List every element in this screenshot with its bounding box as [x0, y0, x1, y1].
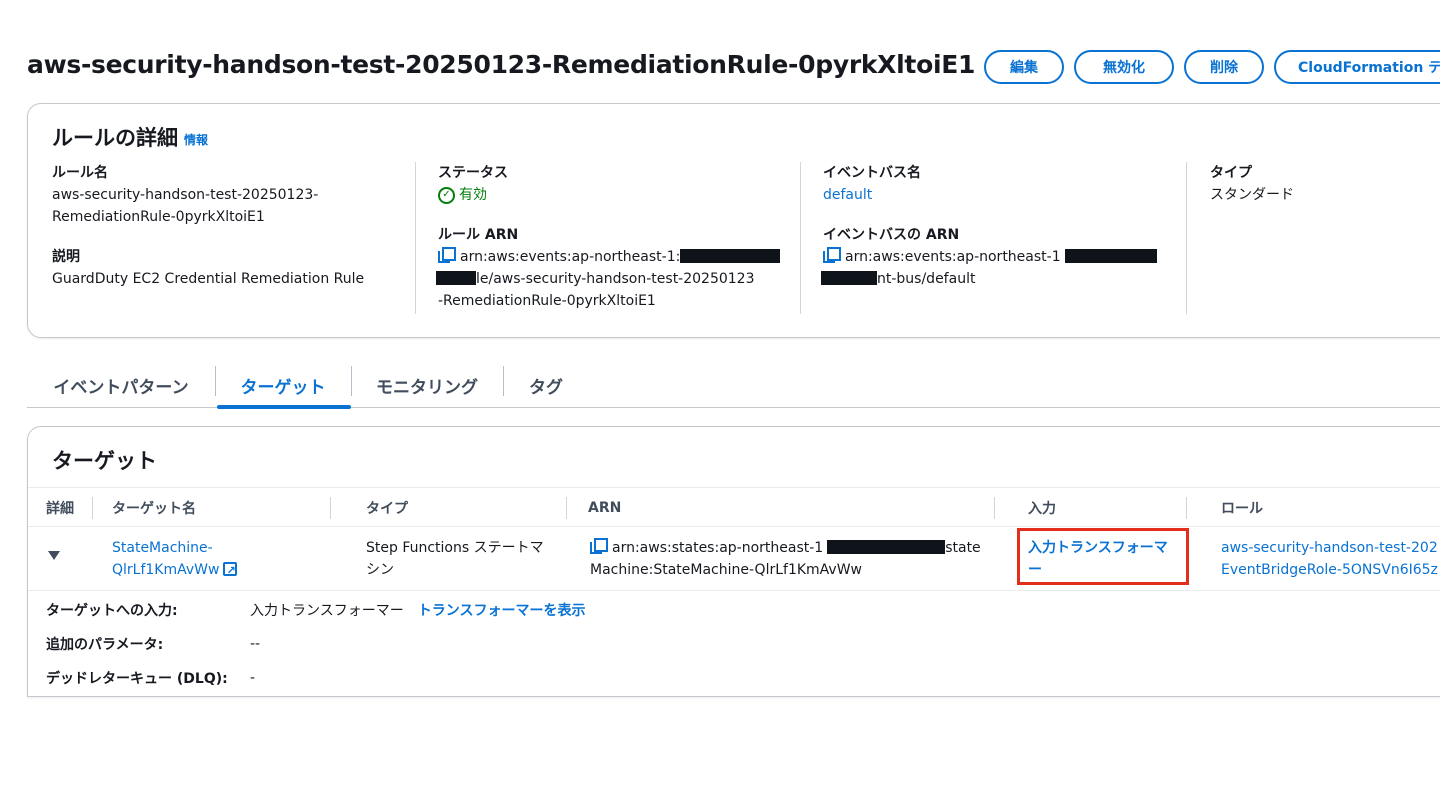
tab-monitoring[interactable]: モニタリング [351, 362, 503, 408]
event-bus-arn-label: イベントバスの ARN [823, 227, 960, 243]
page-title: aws-security-handson-test-20250123-Remed… [27, 50, 976, 79]
arn-cell-text-1: arn:aws:states:ap-northeast-1 [612, 540, 824, 556]
column-divider [800, 162, 801, 314]
column-divider [994, 497, 995, 519]
type-label: タイプ [1210, 165, 1252, 181]
view-transformer-link[interactable]: トランスフォーマーを表示 [418, 603, 586, 619]
target-name-link-1[interactable]: StateMachine- [112, 537, 237, 559]
rule-tabs: イベントパターン ターゲット モニタリング タグ [27, 362, 1440, 409]
event-bus-arn-text-2: nt-bus/default [877, 271, 976, 287]
rule-name-label: ルール名 [52, 165, 108, 181]
column-header-details: 詳細 [46, 501, 74, 517]
role-link-2[interactable]: EventBridgeRole-5ONSVn6I65z [1221, 559, 1438, 581]
column-divider [415, 162, 416, 314]
event-bus-arn-line-2: nt-bus/default [821, 268, 1183, 290]
event-bus-arn-line-1: arn:aws:events:ap-northeast-1 [823, 246, 1183, 268]
column-header-type[interactable]: タイプ [366, 488, 408, 528]
status-column: ステータス ✓ 有効 ルール ARN arn:aws:events:ap-nor… [436, 162, 798, 312]
target-input-value-group: 入力トランスフォーマー トランスフォーマーを表示 [250, 600, 585, 620]
redacted-block [827, 540, 946, 554]
rule-details-heading: ルールの詳細 [52, 126, 178, 150]
rule-name-value-1: aws-security-handson-test-20250123- [52, 187, 319, 203]
column-header-target-name[interactable]: ターゲット名 [112, 488, 196, 528]
arn-cell: arn:aws:states:ap-northeast-1 state Machi… [590, 537, 981, 581]
additional-params-label: 追加のパラメータ: [46, 637, 164, 653]
caret-down-icon[interactable] [48, 551, 60, 560]
column-header-arn[interactable]: ARN [588, 488, 621, 528]
type-cell-text-2: シン [366, 562, 394, 578]
role-cell: aws-security-handson-test-202 EventBridg… [1221, 537, 1438, 581]
column-divider [92, 497, 93, 519]
targets-panel: ターゲット 詳細 ターゲット名 タイプ ARN 入力 ロール StateMach… [27, 426, 1440, 697]
event-bus-name-link[interactable]: default [823, 187, 872, 203]
redacted-block [436, 271, 476, 285]
rule-details-title: ルールの詳細 情報 [52, 122, 208, 152]
highlight-annotation [1017, 528, 1189, 585]
redacted-block [680, 249, 781, 263]
arn-cell-line-1: arn:aws:states:ap-northeast-1 state [590, 537, 981, 559]
delete-button[interactable]: 削除 [1184, 50, 1264, 84]
status-indicator: ✓ 有効 [438, 184, 798, 206]
rule-arn-line-3: -RemediationRule-0pyrkXltoiE1 [438, 293, 656, 309]
rule-name-column: ルール名 aws-security-handson-test-20250123-… [52, 162, 412, 290]
edit-button[interactable]: 編集 [984, 50, 1064, 84]
rule-arn-line-2: le/aws-security-handson-test-20250123 [436, 268, 798, 290]
rule-arn-line-1: arn:aws:events:ap-northeast-1: [438, 246, 798, 268]
event-bus-arn-text-1: arn:aws:events:ap-northeast-1 [845, 249, 1061, 265]
header-actions: 編集 無効化 削除 CloudFormation テ [984, 50, 1440, 84]
copy-icon[interactable] [823, 247, 841, 263]
rule-arn-label: ルール ARN [438, 227, 519, 243]
redacted-block [1064, 249, 1157, 263]
tab-targets[interactable]: ターゲット [215, 362, 351, 409]
redacted-block [821, 271, 877, 285]
column-header-input[interactable]: 入力 [1028, 488, 1056, 528]
type-cell: Step Functions ステートマ シン [366, 537, 544, 581]
targets-title: ターゲット [52, 449, 157, 473]
status-value: 有効 [459, 187, 487, 203]
status-label: ステータス [438, 165, 508, 181]
additional-params-value: -- [250, 636, 261, 652]
description-label: 説明 [52, 249, 80, 265]
tab-tags[interactable]: タグ [503, 362, 589, 408]
tab-event-pattern[interactable]: イベントパターン [27, 362, 215, 408]
column-header-role[interactable]: ロール [1221, 488, 1263, 528]
event-bus-name-label: イベントバス名 [823, 165, 921, 181]
rule-arn-text-2: le/aws-security-handson-test-20250123 [476, 271, 755, 287]
dlq-value: - [250, 670, 256, 686]
target-name-link-2[interactable]: QlrLf1KmAvWw [112, 562, 219, 578]
cloudformation-button[interactable]: CloudFormation テ [1274, 50, 1440, 84]
target-name-cell: StateMachine- QlrLf1KmAvWw [112, 537, 238, 582]
type-column: タイプ スタンダード [1210, 162, 1440, 206]
dlq-label: デッドレターキュー (DLQ): [46, 671, 228, 687]
target-input-value: 入力トランスフォーマー [250, 603, 404, 619]
external-link-icon[interactable] [223, 560, 238, 582]
arn-cell-text-3: Machine:StateMachine-QlrLf1KmAvWw [590, 562, 863, 578]
type-cell-text-1: Step Functions ステートマ [366, 540, 544, 556]
column-divider [330, 497, 331, 519]
copy-icon[interactable] [590, 538, 608, 554]
rule-name-value-2: RemediationRule-0pyrkXltoiE1 [52, 209, 265, 225]
check-circle-icon: ✓ [438, 186, 455, 204]
column-divider [1186, 162, 1187, 314]
event-bus-column: イベントバス名 default イベントバスの ARN arn:aws:even… [821, 162, 1183, 290]
copy-icon[interactable] [438, 247, 456, 263]
info-link[interactable]: 情報 [184, 133, 208, 147]
disable-button[interactable]: 無効化 [1074, 50, 1174, 84]
targets-table-header: 詳細 ターゲット名 タイプ ARN 入力 ロール [28, 487, 1440, 527]
role-link-1[interactable]: aws-security-handson-test-202 [1221, 537, 1438, 559]
rule-details-panel: ルールの詳細 情報 ルール名 aws-security-handson-test-… [27, 103, 1440, 338]
column-divider [1186, 497, 1187, 519]
description-value: GuardDuty EC2 Credential Remediation Rul… [52, 271, 365, 287]
arn-cell-text-2: state [945, 540, 981, 556]
rule-arn-text-1: arn:aws:events:ap-northeast-1: [460, 249, 681, 265]
table-row: StateMachine- QlrLf1KmAvWw Step Function… [28, 527, 1440, 591]
column-divider [566, 497, 567, 519]
type-value: スタンダード [1210, 187, 1294, 203]
target-input-label: ターゲットへの入力: [46, 603, 178, 619]
